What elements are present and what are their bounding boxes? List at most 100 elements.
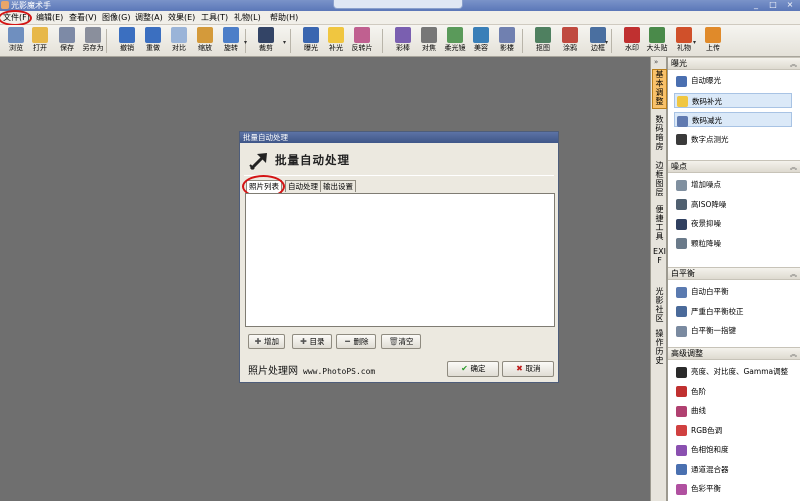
side-tab-exif[interactable]: EXIF [652, 247, 667, 287]
toolbar-label: 上传 [706, 44, 720, 52]
menu-help[interactable]: 帮助(H) [270, 11, 298, 25]
main-toolbar: 浏览 打开 保存 另存为 撤销 重做 对比 缩放 旋转 裁剪 曝光 补光 反转片 彩棒 对焦 柔光镜 美容 影楼抠… [0, 25, 800, 57]
panel-section-header[interactable]: 高级调整 ︽ [668, 347, 800, 360]
panel-item[interactable]: 高ISO降噪 [674, 197, 792, 212]
panel-item[interactable]: 自动曝光 [674, 73, 792, 88]
fill-light-icon [328, 27, 344, 43]
toolbar-reversal-film-button[interactable]: 反转片 [347, 26, 377, 56]
panel-item[interactable]: 通道混合器 [674, 462, 792, 477]
toolbar-separator [522, 29, 523, 53]
side-tab-quick-tools[interactable]: 便捷工具 [652, 205, 667, 245]
brand-text: 照片处理网 www.PhotoPS.com [248, 366, 376, 377]
panel-item[interactable]: 色阶 [674, 384, 792, 399]
dropdown-arrow-icon[interactable]: ▾ [605, 39, 608, 46]
panel-item[interactable]: 色相饱和度 [674, 442, 792, 457]
delete-button[interactable]: ━ 删除 [336, 334, 376, 349]
ok-button[interactable]: ✔ 确定 [447, 361, 499, 377]
side-tab-digital-darkroom[interactable]: 数码暗房 [652, 115, 667, 155]
panel-item[interactable]: 严重白平衡校正 [674, 304, 792, 319]
minimize-button[interactable]: _ [748, 0, 764, 10]
panel-section-title: 噪点 [671, 162, 687, 171]
side-tab-frame-layers[interactable]: 边框图层 [652, 161, 667, 201]
toolbar-frame-button[interactable]: 边框 [583, 26, 613, 56]
toolbar-label: 裁剪 [259, 44, 273, 52]
save-icon [59, 27, 75, 43]
clear-button[interactable]: 🗑清空 [381, 334, 421, 349]
panel-item-label: 亮度、对比度、Gamma调整 [691, 367, 789, 376]
one-touch-white-balance-icon [676, 325, 687, 337]
panel-item[interactable]: 夜景抑噪 [674, 216, 792, 231]
toolbar-rotate-button[interactable]: 旋转 [216, 26, 246, 56]
beauty-icon [473, 27, 489, 43]
menu-view[interactable]: 查看(V) [69, 11, 97, 25]
panel-item[interactable]: 颗粒降噪 [674, 236, 792, 251]
panel-item-label: 色彩平衡 [691, 484, 721, 493]
panel-section-header[interactable]: 白平衡 ︽ [668, 267, 800, 280]
maximize-button[interactable]: □ [765, 0, 781, 10]
add-button[interactable]: ✚ 增加 [248, 334, 285, 349]
panel-section-title: 高级调整 [671, 349, 703, 358]
levels-icon [676, 386, 687, 397]
folder-button[interactable]: ✚ 目录 [292, 334, 332, 349]
menu-bar: 文件(F) 编辑(E) 查看(V) 图像(G) 调整(A) 效果(E) 工具(T… [0, 10, 800, 26]
panel-item[interactable]: 色彩平衡 [674, 481, 792, 496]
redo-icon [145, 27, 161, 43]
side-tab-community[interactable]: 光影社区 [652, 287, 667, 327]
title-bar: 光影魔术手 _ □ × [0, 0, 800, 11]
side-tab-history[interactable]: 操作历史 [652, 329, 667, 369]
panel-item[interactable]: 曲线 [674, 403, 792, 418]
panel-item[interactable]: 自动白平衡 [674, 284, 792, 299]
photo-list-box[interactable] [245, 193, 555, 327]
panel-item-label: 颗粒降噪 [691, 238, 721, 248]
cancel-button[interactable]: ✖ 取消 [502, 361, 554, 377]
panel-item[interactable]: 亮度、对比度、Gamma调整 [674, 364, 792, 379]
menu-tools[interactable]: 工具(T) [201, 11, 228, 25]
tab-output-settings[interactable]: 输出设置 [320, 180, 356, 192]
toolbar-save-as-button[interactable]: 另存为 [78, 26, 108, 56]
toolbar-separator [106, 29, 107, 53]
close-button[interactable]: × [782, 0, 798, 10]
night-denoise-icon [676, 218, 687, 230]
curves-icon [676, 405, 687, 417]
panel-item[interactable]: RGB色调 [674, 423, 792, 438]
dropdown-arrow-icon[interactable]: ▾ [283, 39, 286, 46]
toolbar-crop-button[interactable]: 裁剪 [251, 26, 281, 56]
menu-edit[interactable]: 编辑(E) [36, 11, 63, 25]
dialog-header: 批量自动处理 [240, 143, 558, 179]
panel-item-label: 曲线 [691, 406, 706, 415]
menu-gifts[interactable]: 礼物(L) [234, 11, 261, 25]
toolbar-upload-button[interactable]: 上传 [698, 26, 728, 56]
strong-white-balance-icon [676, 306, 687, 317]
batch-arrow-icon [249, 153, 267, 171]
menu-effects[interactable]: 效果(E) [168, 11, 195, 25]
menu-adjust[interactable]: 调整(A) [135, 11, 163, 25]
collapse-icon[interactable]: ︽ [790, 58, 797, 70]
tab-auto-process[interactable]: 自动处理 [285, 180, 321, 192]
collapse-icon[interactable]: ︽ [790, 348, 797, 360]
panel-item-label: 数码补光 [692, 96, 722, 106]
panel-section-header[interactable]: 噪点 ︽ [668, 160, 800, 173]
soft-lens-icon [447, 27, 463, 43]
collapse-icon[interactable]: ︽ [790, 268, 797, 280]
side-tab-strip: » 基本调整 数码暗房 边框图层 便捷工具 EXIF 光影社区 操作历史 [650, 57, 667, 501]
menu-image[interactable]: 图像(G) [102, 11, 130, 25]
zoom-icon [197, 27, 213, 43]
panel-item[interactable]: 数码减光 [674, 112, 792, 127]
panel-item-label: RGB色调 [691, 425, 723, 435]
collapse-icon[interactable]: ︽ [790, 161, 797, 173]
dialog-title-bar[interactable]: 批量自动处理 [240, 132, 558, 143]
expand-panel-icon[interactable]: » [654, 58, 658, 66]
panel-item[interactable]: 数码补光 [674, 92, 792, 108]
side-tab-basic-adjust[interactable]: 基本调整 [652, 69, 667, 109]
panel-item[interactable]: 白平衡一指键 [674, 323, 792, 338]
dropdown-arrow-icon[interactable]: ▾ [244, 39, 247, 46]
panel-item[interactable]: 增加噪点 [674, 177, 792, 192]
toolbar-studio-button[interactable]: 影楼 [492, 26, 522, 56]
panel-section-header[interactable]: 曝光 ︽ [668, 57, 800, 70]
app-logo-icon [1, 1, 9, 9]
dropdown-arrow-icon[interactable]: ▾ [693, 39, 696, 46]
undo-icon [119, 27, 135, 43]
watermark-icon [624, 27, 640, 43]
panel-item[interactable]: 数字点测光 [674, 132, 792, 147]
title-bar-decoration [333, 0, 463, 9]
